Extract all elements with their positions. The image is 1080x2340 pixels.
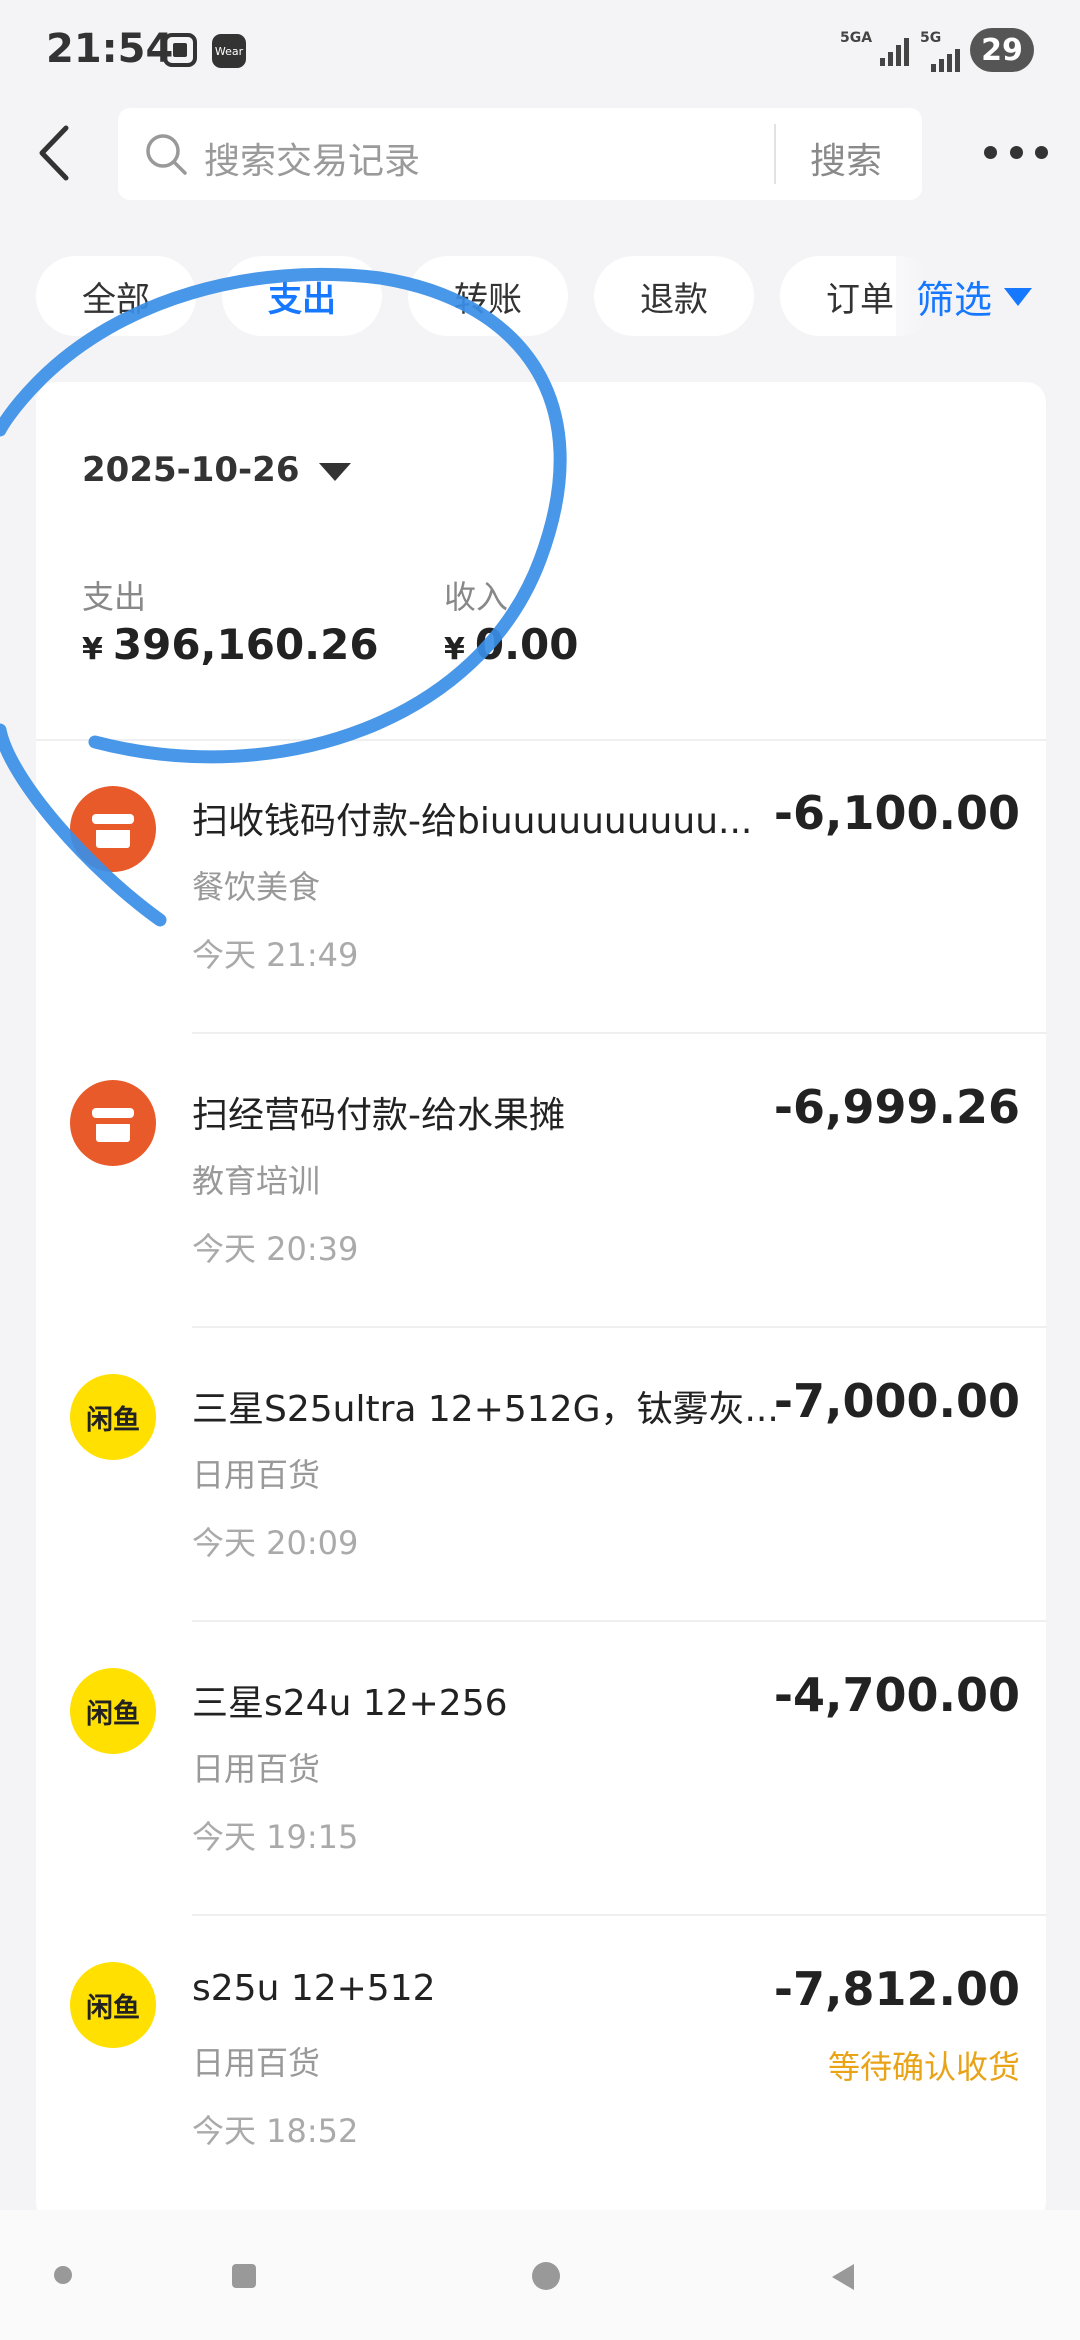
hand-drawn-circle-annotation	[0, 267, 567, 927]
nav-home-icon[interactable]	[532, 2262, 560, 2290]
system-navigation-bar	[0, 2210, 1080, 2340]
nav-menu-dot-icon[interactable]	[54, 2266, 72, 2284]
nav-recents-icon[interactable]	[232, 2264, 256, 2288]
nav-back-icon[interactable]	[832, 2264, 854, 2290]
